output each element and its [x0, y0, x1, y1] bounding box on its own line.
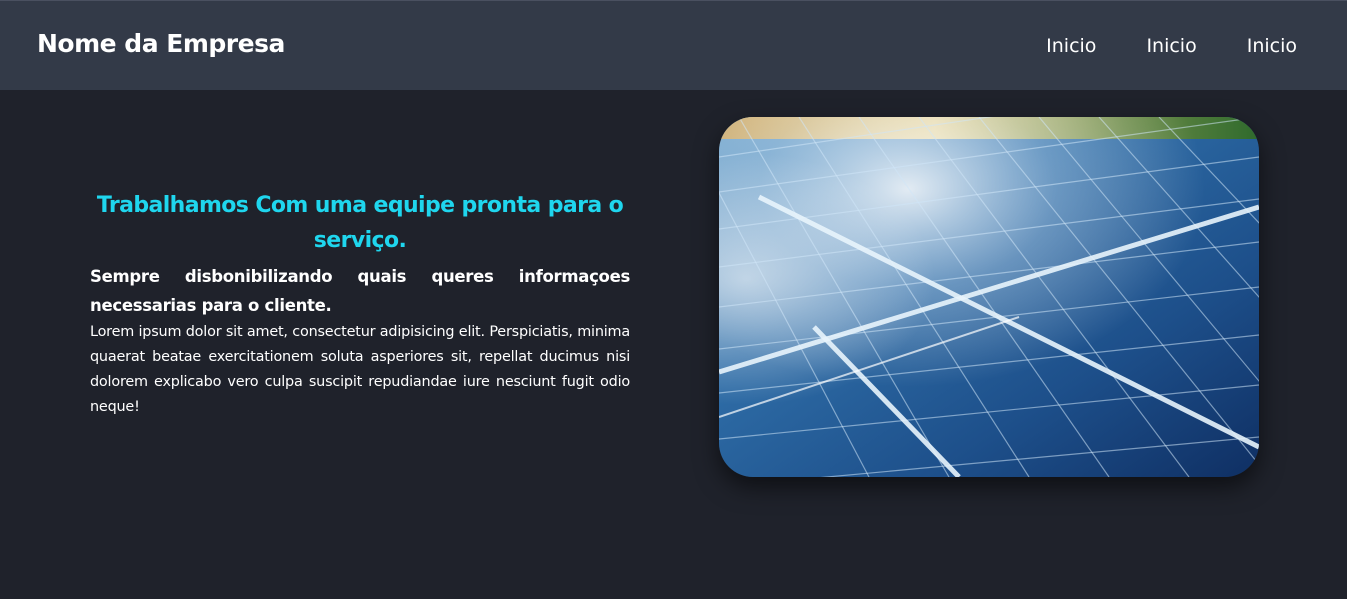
nav-link-inicio-2[interactable]: Inicio [1146, 33, 1196, 59]
nav-link-inicio-1[interactable]: Inicio [1046, 33, 1096, 59]
main-nav: Inicio Inicio Inicio [1046, 33, 1297, 59]
hero-subheadline: Sempre disbonibilizando quais queres inf… [90, 267, 630, 315]
hero-text: Trabalhamos Com uma equipe pronta para o… [90, 188, 630, 420]
company-name[interactable]: Nome da Empresa [37, 29, 285, 58]
hero-headline: Trabalhamos Com uma equipe pronta para o… [96, 193, 624, 253]
hero-paragraph: Lorem ipsum dolor sit amet, consectetur … [90, 324, 630, 415]
solar-panel-illustration [719, 117, 1259, 477]
solar-panel-image [719, 117, 1259, 477]
nav-link-inicio-3[interactable]: Inicio [1247, 33, 1297, 59]
header-bar: Nome da Empresa Inicio Inicio Inicio [0, 0, 1347, 90]
